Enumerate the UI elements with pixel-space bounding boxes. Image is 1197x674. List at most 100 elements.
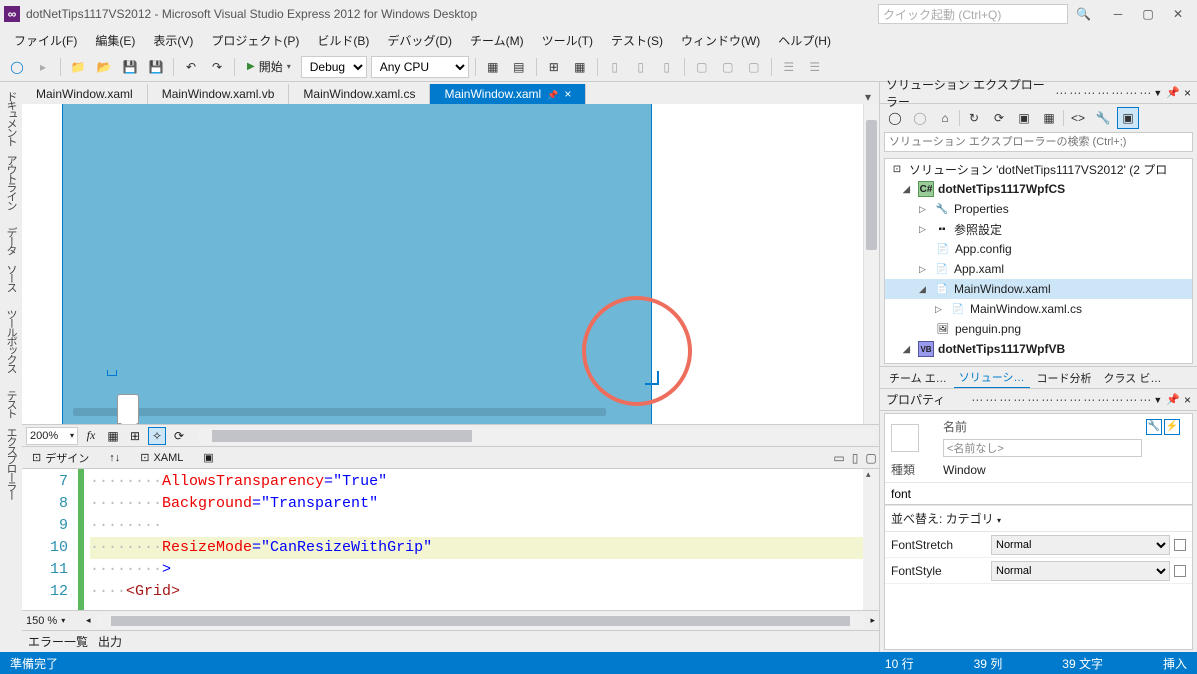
events-icon[interactable]: ⚡ [1164, 419, 1180, 435]
prop-search[interactable] [885, 483, 1192, 506]
prop-name-input[interactable] [943, 439, 1142, 457]
tb-icon-2[interactable]: ▤ [508, 56, 530, 78]
prop-row-fontstretch[interactable]: FontStretch Normal [885, 532, 1192, 558]
layout-h-icon[interactable]: ▭ [831, 450, 847, 466]
selection-corner-icon[interactable] [645, 371, 659, 385]
code-icon[interactable]: <> [1067, 107, 1089, 129]
code-body[interactable]: ········AllowsTransparency="True"·······… [84, 469, 863, 610]
panel-menu-icon[interactable]: ⋯⋯⋯⋯⋯⋯⋯ [1055, 86, 1153, 100]
new-project-button[interactable]: 📁 [67, 56, 89, 78]
slider-thumb[interactable] [117, 394, 139, 424]
arrow-left-icon[interactable]: ◂ [86, 615, 91, 626]
tree-appxaml[interactable]: ▷📄App.xaml [885, 259, 1192, 279]
solution-tree[interactable]: ⊡ソリューション 'dotNetTips1117VS2012' (2 プロ ◢C… [884, 158, 1193, 364]
editor-hscroll[interactable] [97, 614, 865, 628]
open-button[interactable]: 📂 [93, 56, 115, 78]
undo-button[interactable]: ↶ [180, 56, 202, 78]
error-list-tab[interactable]: エラー一覧 [28, 633, 88, 650]
pin-icon[interactable]: 📌 [1166, 393, 1180, 406]
tree-mainwindow-cs[interactable]: ▷📄MainWindow.xaml.cs [885, 299, 1192, 319]
arrow-right-icon[interactable]: ▸ [870, 615, 875, 626]
breadcrumb-icon[interactable]: ▣ [193, 449, 223, 466]
fx-icon[interactable]: fx [82, 427, 100, 445]
platform-select[interactable]: Any CPU [371, 56, 469, 78]
code-vscroll[interactable] [863, 469, 879, 610]
config-select[interactable]: Debug [301, 56, 367, 78]
show-all-icon[interactable]: ▦ [1038, 107, 1060, 129]
menu-view[interactable]: 表示(V) [145, 30, 201, 51]
layout-s-icon[interactable]: ▢ [863, 450, 879, 466]
wrench-icon[interactable]: 🔧 [1146, 419, 1162, 435]
tree-solution-node[interactable]: ⊡ソリューション 'dotNetTips1117VS2012' (2 プロ [885, 159, 1192, 179]
home-icon[interactable]: ⌂ [934, 107, 956, 129]
redo-button[interactable]: ↷ [206, 56, 228, 78]
menu-build[interactable]: ビルド(B) [309, 30, 377, 51]
pin-icon[interactable]: 📌 [1166, 86, 1180, 99]
back-icon[interactable]: ◯ [884, 107, 906, 129]
refresh-icon[interactable]: ⟳ [988, 107, 1010, 129]
xaml-tab[interactable]: ⊡ XAML [130, 449, 193, 466]
menu-team[interactable]: チーム(M) [462, 30, 532, 51]
nav-fwd-button[interactable]: ▸ [32, 56, 54, 78]
tb-icon-12[interactable]: ☰ [804, 56, 826, 78]
designer-vscroll[interactable] [863, 104, 879, 424]
tb-icon-6[interactable]: ▯ [630, 56, 652, 78]
sync-icon[interactable]: ↻ [963, 107, 985, 129]
search-icon[interactable]: 🔍 [1072, 7, 1095, 21]
design-canvas[interactable] [62, 104, 652, 424]
tree-project-vb[interactable]: ◢VBdotNetTips1117WpfVB [885, 339, 1192, 359]
menu-help[interactable]: ヘルプ(H) [770, 30, 839, 51]
split-swap-button[interactable]: ↑↓ [99, 450, 130, 466]
tree-project-cs[interactable]: ◢C#dotNetTips1117WpfCS [885, 179, 1192, 199]
code-editor[interactable]: 7 8 9 10 11 12 ········AllowsTransparenc… [22, 468, 879, 610]
editor-zoom[interactable]: 150 % ▾ [26, 615, 80, 627]
fwd-icon[interactable]: ◯ [909, 107, 931, 129]
menu-debug[interactable]: デバッグ(D) [379, 30, 460, 51]
tree-penguin-png[interactable]: 🖼penguin.png [885, 319, 1192, 339]
close-tab-icon[interactable]: × [564, 87, 571, 101]
tb-icon-3[interactable]: ⊞ [543, 56, 565, 78]
subtab-solution[interactable]: ソリューシ… [954, 367, 1030, 389]
tree-properties[interactable]: ▷🔧Properties [885, 199, 1192, 219]
minimize-button[interactable]: ─ [1103, 4, 1133, 24]
vtab-test-explorer[interactable]: テスト エクスプローラー [0, 381, 22, 508]
quick-launch-input[interactable]: クイック起動 (Ctrl+Q) [878, 4, 1068, 24]
tb-icon-4[interactable]: ▦ [569, 56, 591, 78]
refresh-icon[interactable]: ⟳ [170, 427, 188, 445]
menu-test[interactable]: テスト(S) [603, 30, 671, 51]
slider-track[interactable] [73, 408, 606, 416]
save-all-button[interactable]: 💾 [145, 56, 167, 78]
tree-appconfig[interactable]: 📄App.config [885, 239, 1192, 259]
prop-marker-icon[interactable] [1174, 539, 1186, 551]
vtab-toolbox[interactable]: ツールボックス [0, 300, 22, 381]
doc-tab-3[interactable]: MainWindow.xaml × [430, 84, 586, 104]
xaml-designer[interactable] [22, 104, 863, 424]
tb-icon-5[interactable]: ▯ [604, 56, 626, 78]
doc-tab-1[interactable]: MainWindow.xaml.vb [148, 84, 290, 104]
doc-tab-2[interactable]: MainWindow.xaml.cs [289, 84, 430, 104]
output-tab[interactable]: 出力 [98, 633, 122, 650]
subtab-team[interactable]: チーム エ… [884, 368, 952, 388]
maximize-button[interactable]: ▢ [1133, 4, 1163, 24]
tree-references[interactable]: ▷▪▪参照設定 [885, 219, 1192, 239]
properties-icon[interactable]: ▣ [1117, 107, 1139, 129]
grid-icon[interactable]: ▦ [104, 427, 122, 445]
prop-sort[interactable]: 並べ替え: カテゴリ ▾ [885, 506, 1192, 532]
prop-marker-icon[interactable] [1174, 565, 1186, 577]
panel-dropdown-icon[interactable]: ▼ [1153, 88, 1162, 98]
layout-v-icon[interactable]: ▯ [847, 450, 863, 466]
wrench-icon[interactable]: 🔧 [1092, 107, 1114, 129]
designer-zoom[interactable]: 200%▾ [26, 427, 78, 445]
nav-back-button[interactable]: ◯ [6, 56, 28, 78]
menu-file[interactable]: ファイル(F) [6, 30, 85, 51]
designer-hscroll[interactable] [198, 428, 875, 444]
panel-close-icon[interactable]: × [1184, 86, 1191, 100]
doc-tab-0[interactable]: MainWindow.xaml [22, 84, 148, 104]
menu-tools[interactable]: ツール(T) [534, 30, 601, 51]
snap-icon[interactable]: ⊞ [126, 427, 144, 445]
tab-overflow-button[interactable]: ▾ [857, 90, 879, 104]
pin-icon[interactable] [547, 87, 558, 101]
prop-close-icon[interactable]: × [1184, 393, 1191, 407]
prop-dropdown-icon[interactable]: ▼ [1153, 395, 1162, 405]
tree-myproject[interactable]: ▪▪My Project [885, 359, 1192, 364]
